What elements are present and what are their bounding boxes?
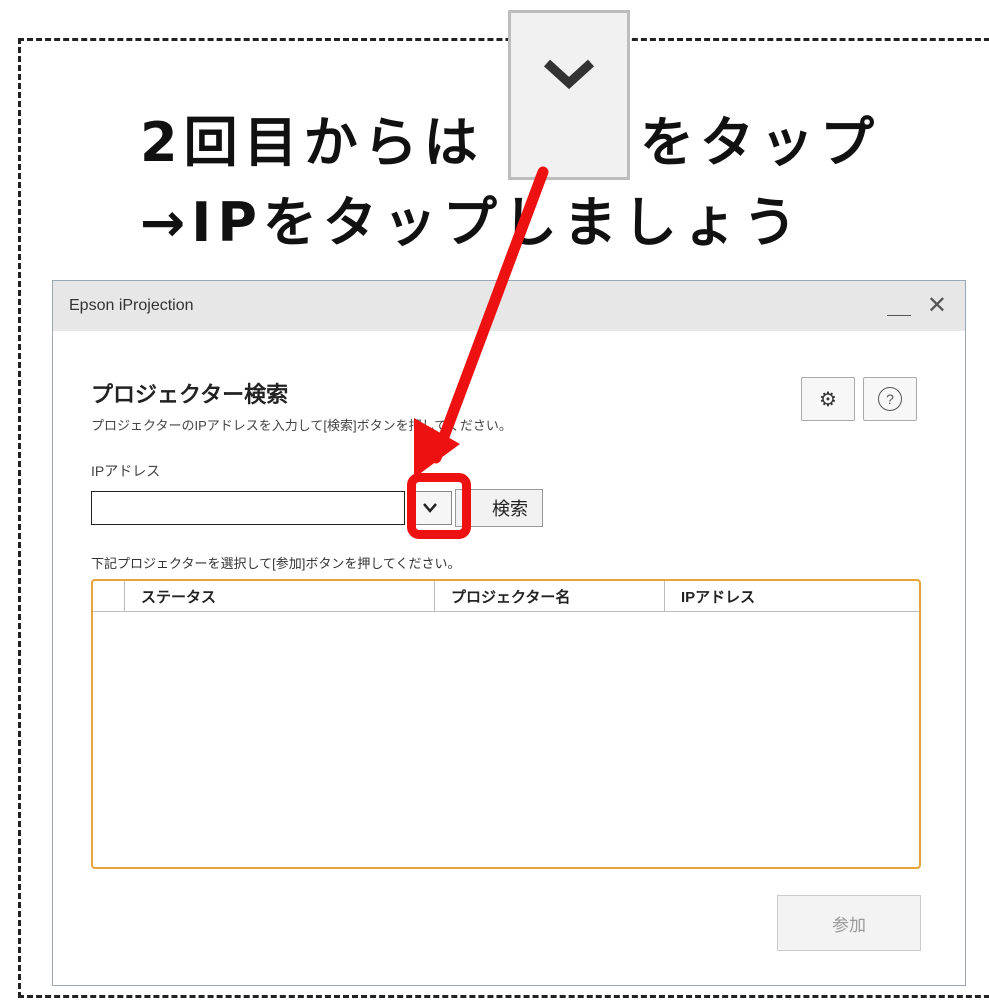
column-header-projector-name[interactable]: プロジェクター名 (435, 581, 665, 611)
projector-table: ステータス プロジェクター名 IPアドレス (91, 579, 921, 869)
dropdown-highlight (407, 473, 471, 539)
help-button[interactable]: ? (863, 377, 917, 421)
chevron-down-icon (543, 59, 595, 90)
chevron-callout (508, 10, 630, 180)
ip-address-label: IPアドレス (91, 463, 161, 479)
settings-button[interactable]: ⚙ (801, 377, 855, 421)
instruction-line2: →IPをタップしましょう (140, 191, 803, 254)
column-header-ip-address[interactable]: IPアドレス (665, 581, 919, 611)
help-icon: ? (878, 387, 902, 411)
list-instructions: 下記プロジェクターを選択して[参加]ボタンを押してください。 (91, 556, 461, 571)
minimize-icon[interactable]: ＿ (887, 285, 911, 320)
instruction-line1-suffix: をタップ (640, 111, 880, 174)
gear-icon: ⚙ (819, 388, 837, 411)
select-column-header[interactable] (93, 581, 125, 611)
join-button[interactable]: 参加 (777, 895, 921, 951)
title-bar: Epson iProjection ＿ ✕ (53, 281, 965, 331)
page-title: プロジェクター検索 (91, 382, 289, 407)
ip-address-input[interactable] (91, 491, 405, 525)
window-title: Epson iProjection (69, 297, 194, 314)
close-icon[interactable]: ✕ (927, 291, 947, 320)
app-window: Epson iProjection ＿ ✕ プロジェクター検索 プロジェクターの… (52, 280, 966, 986)
search-instructions: プロジェクターのIPアドレスを入力して[検索]ボタンを押してください。 (91, 418, 512, 433)
column-header-status[interactable]: ステータス (125, 581, 435, 611)
table-header: ステータス プロジェクター名 IPアドレス (93, 581, 919, 612)
instruction-line1-prefix: 2回目からは (140, 111, 484, 174)
